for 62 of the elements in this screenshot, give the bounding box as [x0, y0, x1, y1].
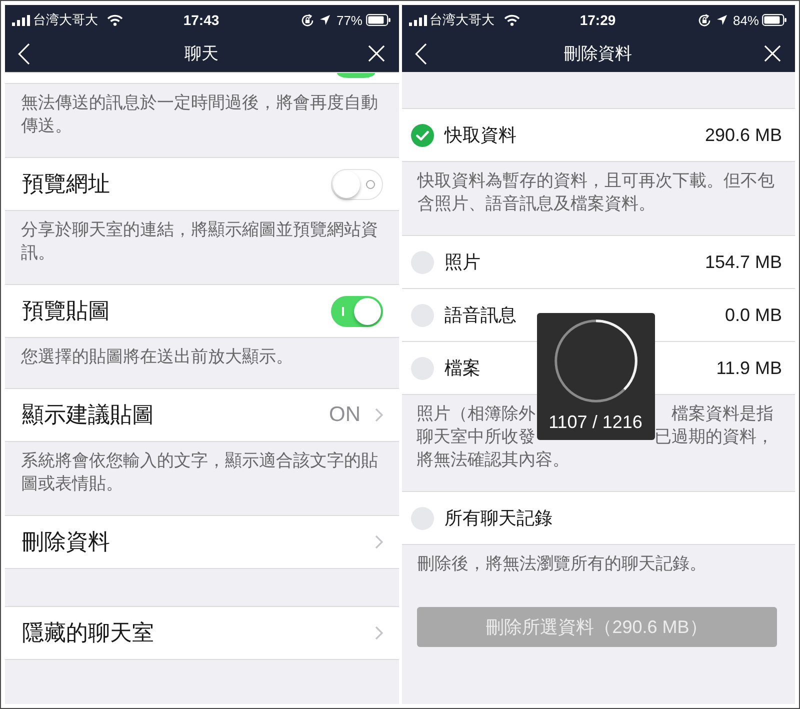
battery-icon — [366, 14, 390, 26]
screen-title: 刪除資料 — [564, 43, 632, 65]
section-note: 分享於聊天室的連結，將顯示縮圖並預覽網站資訊。 — [20, 219, 379, 264]
section-note: 照片（相簿除外 — [416, 403, 536, 425]
row-label: 顯示建議貼圖 — [22, 401, 155, 429]
carrier-name: 台湾大哥大 — [33, 11, 98, 29]
row-label: 照片 — [444, 251, 482, 274]
settings-row[interactable]: 刪除資料 — [5, 516, 398, 569]
row-label: 隱藏的聊天室 — [22, 619, 155, 647]
toggle-switch[interactable] — [336, 73, 374, 78]
row-label: 預覽網址 — [22, 170, 111, 198]
settings-row[interactable]: 顯示建議貼圖 ON — [5, 389, 398, 442]
row-label: 檔案 — [444, 357, 482, 380]
row-value: 154.7 MB — [704, 252, 782, 272]
toggle-switch[interactable] — [330, 168, 382, 200]
selection-row[interactable]: 快取資料 290.6 MB — [402, 109, 795, 162]
rotation-lock-icon — [301, 14, 314, 26]
battery-percentage: 84% — [732, 12, 759, 28]
row-label: 快取資料 — [444, 124, 518, 147]
section-note: 系統將會依您輸入的文字，顯示適合該文字的貼圖或表情貼。 — [20, 450, 379, 495]
location-arrow-icon — [716, 15, 727, 25]
section-note: 刪除後，將無法瀏覽所有的聊天記錄。 — [416, 553, 708, 575]
location-arrow-icon — [320, 15, 330, 25]
section-note: 將無法確認其內容。 — [416, 449, 570, 471]
chevron-right-icon — [374, 535, 382, 549]
close-icon[interactable] — [764, 45, 781, 62]
section-note: 您選擇的貼圖將在送出前放大顯示。 — [20, 346, 294, 368]
selection-row[interactable]: 照片 154.7 MB — [402, 236, 795, 289]
row-value: 0.0 MB — [724, 304, 782, 326]
section-note: 已過期的資料， — [654, 426, 774, 448]
carrier-name: 台湾大哥大 — [430, 11, 494, 29]
progress-count: 1107 / 1216 — [548, 412, 642, 433]
signal-icon — [408, 14, 426, 26]
selection-row[interactable]: 所有聊天記錄 — [402, 492, 795, 545]
rotation-lock-icon — [698, 14, 711, 26]
close-icon[interactable] — [368, 45, 384, 62]
wifi-icon — [504, 14, 520, 26]
chevron-right-icon — [374, 626, 382, 640]
section-note: 聊天室中所收發 — [416, 426, 536, 448]
spinner-icon — [552, 318, 638, 404]
row-label: 語音訊息 — [444, 304, 518, 327]
battery-percentage: 77% — [336, 12, 362, 28]
chevron-right-icon — [374, 408, 382, 422]
settings-row[interactable]: 隱藏的聊天室 — [5, 607, 398, 660]
row-value: 290.6 MB — [704, 124, 782, 146]
row-value: ON — [329, 403, 360, 427]
row-label: 刪除資料 — [22, 528, 111, 556]
section-note: 無法傳送的訊息於一定時間過後，將會再度自動傳送。 — [20, 92, 379, 137]
clock-time: 17:43 — [183, 12, 220, 28]
section-note: 快取資料為暫存的資料，且可再次下載。但不包含照片、語音訊息及檔案資料。 — [416, 170, 776, 215]
row-value: 11.9 MB — [716, 358, 782, 378]
battery-icon — [762, 14, 787, 26]
clock-time: 17:29 — [580, 12, 616, 28]
signal-icon — [12, 14, 30, 26]
toggle-switch[interactable] — [330, 296, 382, 326]
section-note: 檔案資料是指 — [672, 403, 774, 425]
back-icon[interactable] — [414, 42, 426, 64]
row-label: 所有聊天記錄 — [444, 507, 554, 530]
back-icon[interactable] — [18, 42, 30, 64]
row-label: 預覽貼圖 — [22, 297, 111, 325]
wifi-icon — [107, 14, 123, 26]
screen-title: 聊天 — [184, 43, 218, 65]
